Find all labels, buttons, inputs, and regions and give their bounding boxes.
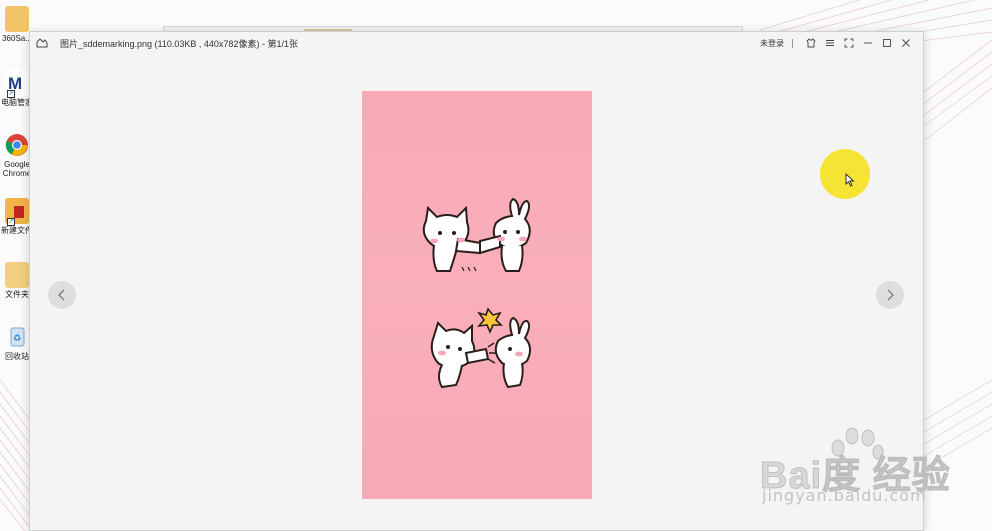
next-image-button[interactable] — [876, 281, 904, 309]
watermark-url: jingyan.baidu.com — [762, 486, 927, 505]
fullscreen-icon — [844, 38, 853, 48]
menu-icon — [825, 40, 834, 46]
maximize-button[interactable] — [877, 34, 896, 52]
title-bar-controls: 未登录 — [760, 32, 915, 54]
video-folder-icon: ↗ — [5, 198, 29, 226]
maximize-icon — [882, 39, 891, 47]
login-link[interactable]: 未登录 — [760, 38, 784, 49]
recycle-bin-icon: ♻ — [5, 324, 29, 350]
separator — [792, 38, 793, 48]
sticker-image — [422, 197, 531, 389]
close-icon — [901, 39, 910, 47]
svg-text:♻: ♻ — [13, 334, 21, 344]
previous-image-button[interactable] — [48, 281, 76, 309]
mouse-cursor-icon — [845, 173, 855, 187]
title-bar[interactable]: 图片_sddemarking.png (110.03KB , 440x782像素… — [30, 32, 923, 54]
close-button[interactable] — [896, 34, 915, 52]
folder-icon — [5, 262, 29, 288]
minimize-button[interactable] — [858, 34, 877, 52]
fullscreen-button[interactable] — [839, 34, 858, 52]
viewer-app-icon — [36, 38, 48, 48]
chevron-left-icon — [58, 289, 65, 301]
chrome-icon — [5, 132, 29, 158]
baidu-jingyan-watermark: Bai度 经验 jingyan.baidu.com — [760, 424, 992, 524]
minimize-icon — [863, 42, 872, 44]
window-title: 图片_sddemarking.png (110.03KB , 440x782像素… — [60, 38, 298, 49]
chevron-right-icon — [887, 289, 894, 301]
app-shortcut-icon: M ↗ — [5, 70, 29, 98]
skin-icon — [805, 38, 816, 48]
skin-button[interactable] — [801, 34, 820, 52]
folder-icon — [5, 6, 29, 32]
menu-button[interactable] — [820, 34, 839, 52]
displayed-image[interactable] — [362, 91, 592, 499]
